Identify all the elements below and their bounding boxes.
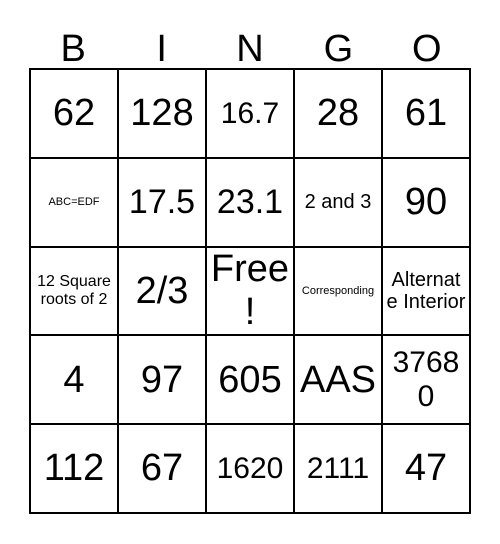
bingo-cell-label: 4 bbox=[63, 358, 85, 401]
bingo-row: ABC=EDF 17.5 23.1 2 and 3 90 bbox=[31, 158, 471, 248]
bingo-grid: 62 128 16.7 28 61 ABC=EDF 17.5 23.1 2 an… bbox=[29, 68, 471, 514]
bingo-cell[interactable]: 23.1 bbox=[207, 158, 295, 248]
bingo-cell[interactable]: 90 bbox=[383, 158, 471, 248]
bingo-header-letter: N bbox=[236, 28, 264, 70]
bingo-cell[interactable]: 2/3 bbox=[119, 247, 207, 337]
bingo-cell[interactable]: 605 bbox=[207, 336, 295, 426]
bingo-cell[interactable]: 2 and 3 bbox=[295, 158, 383, 248]
bingo-cell-label: 97 bbox=[140, 358, 184, 401]
bingo-cell-label: 605 bbox=[218, 358, 282, 401]
bingo-cell[interactable]: 1620 bbox=[207, 425, 295, 514]
bingo-header-cell-n: N bbox=[206, 14, 294, 68]
bingo-cell[interactable]: 112 bbox=[31, 425, 119, 514]
bingo-cell[interactable]: 17.5 bbox=[119, 158, 207, 248]
bingo-cell[interactable]: 28 bbox=[295, 70, 383, 159]
bingo-cell-label: 2 and 3 bbox=[304, 191, 372, 213]
bingo-header-cell-b: B bbox=[29, 14, 117, 68]
bingo-cell-label: 62 bbox=[52, 92, 96, 135]
bingo-header-cell-o: O bbox=[383, 14, 471, 68]
bingo-cell-label: Alternate Interior bbox=[386, 268, 466, 313]
bingo-cell-label: 37680 bbox=[392, 346, 460, 413]
bingo-cell[interactable]: 2111 bbox=[295, 425, 383, 514]
bingo-cell[interactable]: 47 bbox=[383, 425, 471, 514]
bingo-row: 112 67 1620 2111 47 bbox=[31, 425, 471, 514]
bingo-cell[interactable]: 128 bbox=[119, 70, 207, 159]
bingo-cell[interactable]: 16.7 bbox=[207, 70, 295, 159]
bingo-cell[interactable]: 61 bbox=[383, 70, 471, 159]
bingo-cell[interactable]: Alternate Interior bbox=[383, 247, 471, 337]
bingo-cell-label: 2111 bbox=[306, 451, 370, 485]
bingo-cell-label: 16.7 bbox=[220, 96, 280, 130]
bingo-cell-label: 128 bbox=[130, 92, 194, 135]
bingo-cell[interactable]: 67 bbox=[119, 425, 207, 514]
bingo-cell-label: 23.1 bbox=[216, 183, 284, 222]
bingo-cell-label: 28 bbox=[316, 92, 360, 135]
bingo-cell-label: ABC=EDF bbox=[48, 196, 100, 209]
bingo-cell-label: 67 bbox=[140, 447, 184, 490]
bingo-row: 62 128 16.7 28 61 bbox=[31, 70, 471, 159]
bingo-header-cell-i: I bbox=[117, 14, 205, 68]
bingo-cell-label: AAS bbox=[299, 358, 377, 401]
bingo-cell-label: 12 Square roots of 2 bbox=[37, 273, 111, 308]
bingo-row: 4 97 605 AAS 37680 bbox=[31, 336, 471, 426]
bingo-cell[interactable]: ABC=EDF bbox=[31, 158, 119, 248]
bingo-cell-label: Corresponding bbox=[301, 284, 375, 297]
bingo-cell-label: 90 bbox=[404, 180, 448, 223]
bingo-row: 12 Square roots of 2 2/3 Free! Correspon… bbox=[31, 247, 471, 337]
bingo-cell-label: 61 bbox=[404, 92, 448, 135]
bingo-header-row: B I N G O bbox=[29, 14, 471, 68]
bingo-cell-label: 2/3 bbox=[135, 269, 189, 312]
bingo-cell[interactable]: 12 Square roots of 2 bbox=[31, 247, 119, 337]
bingo-card: B I N G O 62 128 16.7 28 61 ABC=EDF 17.5… bbox=[0, 0, 500, 544]
bingo-cell-label: 1620 bbox=[216, 451, 284, 485]
bingo-header-letter: B bbox=[60, 28, 86, 70]
bingo-cell-label: 17.5 bbox=[128, 183, 196, 222]
bingo-cell[interactable]: 97 bbox=[119, 336, 207, 426]
bingo-header-letter: I bbox=[156, 28, 167, 70]
bingo-header-letter: O bbox=[412, 28, 442, 70]
bingo-cell-label: Free! bbox=[210, 248, 290, 333]
bingo-cell[interactable]: 4 bbox=[31, 336, 119, 426]
bingo-cell[interactable]: 37680 bbox=[383, 336, 471, 426]
bingo-cell[interactable]: AAS bbox=[295, 336, 383, 426]
bingo-header-cell-g: G bbox=[294, 14, 382, 68]
bingo-cell[interactable]: Corresponding bbox=[295, 247, 383, 337]
bingo-cell-label: 47 bbox=[404, 447, 448, 490]
bingo-cell[interactable]: 62 bbox=[31, 70, 119, 159]
bingo-header-letter: G bbox=[323, 28, 354, 70]
bingo-cell-label: 112 bbox=[43, 447, 105, 490]
bingo-cell-free-space[interactable]: Free! bbox=[207, 247, 295, 337]
